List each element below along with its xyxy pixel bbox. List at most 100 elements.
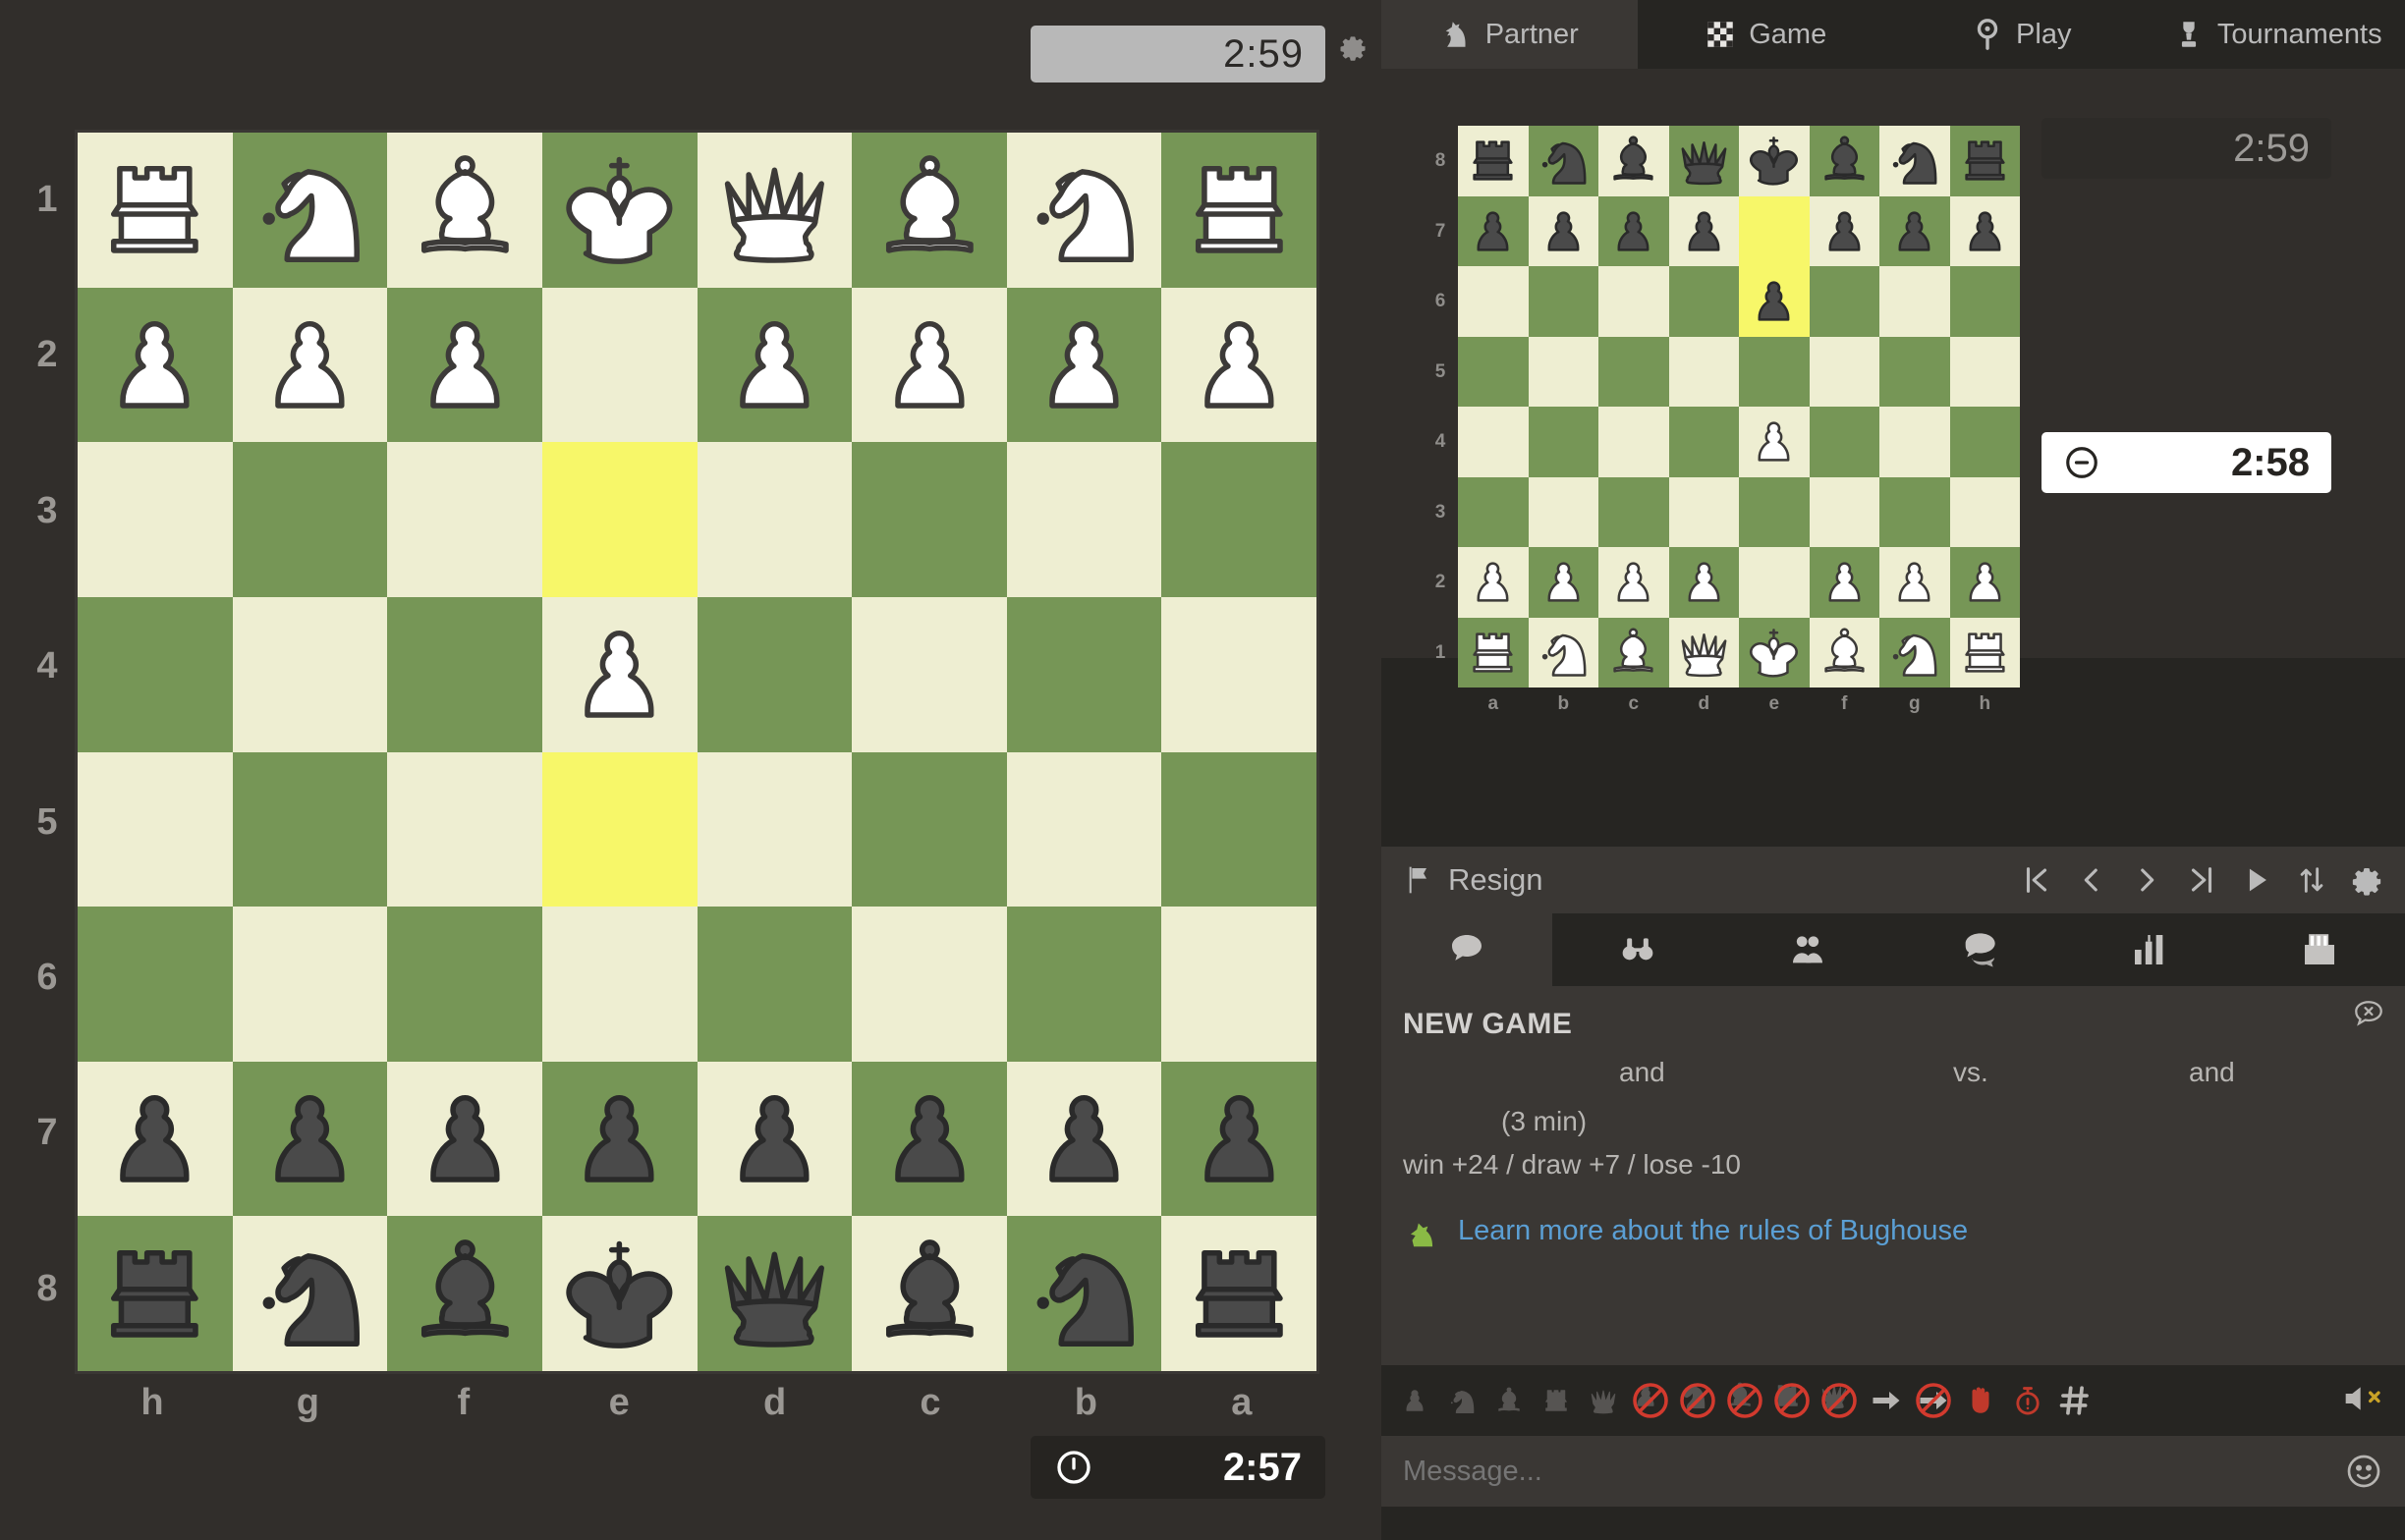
chess-piece[interactable] bbox=[1814, 200, 1875, 262]
mini-chessboard[interactable] bbox=[1458, 126, 2020, 688]
players-tab[interactable] bbox=[1722, 913, 1893, 986]
stats-tab[interactable] bbox=[2064, 913, 2235, 986]
board-square[interactable] bbox=[1458, 266, 1529, 337]
chess-piece[interactable] bbox=[397, 141, 533, 278]
board-square[interactable] bbox=[852, 596, 1007, 752]
tab-tournaments[interactable]: Tournaments bbox=[2149, 0, 2405, 69]
board-square[interactable] bbox=[232, 1216, 388, 1371]
board-square[interactable] bbox=[232, 442, 388, 597]
board-square[interactable] bbox=[1598, 476, 1669, 547]
board-square[interactable] bbox=[78, 287, 233, 443]
message-input[interactable] bbox=[1403, 1455, 2344, 1488]
chess-piece[interactable] bbox=[1462, 200, 1524, 262]
board-square[interactable] bbox=[1528, 336, 1598, 407]
board-square[interactable] bbox=[1006, 1061, 1162, 1217]
board-square[interactable] bbox=[387, 907, 542, 1062]
chess-piece[interactable] bbox=[1016, 1226, 1152, 1362]
board-square[interactable] bbox=[78, 1216, 233, 1371]
board-square[interactable] bbox=[78, 133, 233, 288]
board-square[interactable] bbox=[1739, 336, 1810, 407]
chess-piece[interactable] bbox=[862, 1071, 998, 1207]
board-square[interactable] bbox=[1161, 287, 1316, 443]
next-move-button[interactable] bbox=[2130, 861, 2163, 899]
board-square[interactable] bbox=[1598, 407, 1669, 477]
chess-piece[interactable] bbox=[1954, 551, 2016, 613]
no-knight-emoji[interactable] bbox=[1676, 1379, 1719, 1422]
board-square[interactable] bbox=[387, 596, 542, 752]
board-square[interactable] bbox=[1668, 126, 1739, 196]
board-square[interactable] bbox=[232, 287, 388, 443]
board-square[interactable] bbox=[387, 1061, 542, 1217]
board-square[interactable] bbox=[1528, 476, 1598, 547]
chess-piece[interactable] bbox=[1814, 130, 1875, 192]
chess-piece[interactable] bbox=[86, 1071, 223, 1207]
board-square[interactable] bbox=[232, 751, 388, 908]
watchers-tab[interactable] bbox=[1552, 913, 1723, 986]
board-square[interactable] bbox=[541, 442, 698, 597]
chess-piece[interactable] bbox=[242, 297, 378, 433]
board-square[interactable] bbox=[1528, 407, 1598, 477]
board-square[interactable] bbox=[1879, 407, 1950, 477]
autoplay-button[interactable] bbox=[2240, 861, 2273, 899]
chess-piece[interactable] bbox=[1743, 411, 1805, 472]
knight-emoji[interactable] bbox=[1440, 1379, 1483, 1422]
board-square[interactable] bbox=[1161, 751, 1316, 908]
board-square[interactable] bbox=[1668, 407, 1739, 477]
board-square[interactable] bbox=[1006, 1216, 1162, 1371]
arrow-emoji[interactable] bbox=[1865, 1379, 1908, 1422]
chat-tab[interactable] bbox=[1381, 913, 1552, 986]
board-square[interactable] bbox=[1949, 195, 2020, 266]
board-square[interactable] bbox=[1161, 133, 1316, 288]
board-square[interactable] bbox=[78, 596, 233, 752]
chess-piece[interactable] bbox=[706, 1071, 843, 1207]
bughouse-rules-link[interactable]: Learn more about the rules of Bughouse bbox=[1458, 1215, 1968, 1247]
opponent-clock[interactable]: 2:59 bbox=[1031, 26, 1325, 82]
board-square[interactable] bbox=[78, 1061, 233, 1217]
board-square[interactable] bbox=[1809, 407, 1879, 477]
chess-piece[interactable] bbox=[1814, 622, 1875, 684]
pawn-emoji[interactable] bbox=[1393, 1379, 1436, 1422]
board-square[interactable] bbox=[852, 133, 1007, 288]
board-square[interactable] bbox=[1949, 407, 2020, 477]
board-square[interactable] bbox=[541, 1061, 698, 1217]
board-square[interactable] bbox=[1668, 266, 1739, 337]
board-square[interactable] bbox=[852, 1216, 1007, 1371]
chess-piece[interactable] bbox=[1016, 297, 1152, 433]
board-square[interactable] bbox=[541, 287, 698, 443]
previous-move-button[interactable] bbox=[2075, 861, 2108, 899]
chess-piece[interactable] bbox=[1814, 551, 1875, 613]
board-square[interactable] bbox=[1949, 476, 2020, 547]
first-move-button[interactable] bbox=[2020, 861, 2053, 899]
board-square[interactable] bbox=[1006, 133, 1162, 288]
board-square[interactable] bbox=[1458, 547, 1529, 618]
board-square[interactable] bbox=[697, 442, 853, 597]
board-square[interactable] bbox=[1458, 407, 1529, 477]
board-square[interactable] bbox=[232, 1061, 388, 1217]
partner-opponent-clock[interactable]: 2:59 bbox=[2041, 118, 2331, 179]
chess-piece[interactable] bbox=[706, 297, 843, 433]
chess-piece[interactable] bbox=[86, 141, 223, 278]
chess-piece[interactable] bbox=[706, 141, 843, 278]
board-square[interactable] bbox=[541, 751, 698, 908]
board-square[interactable] bbox=[1006, 287, 1162, 443]
board-square[interactable] bbox=[1006, 751, 1162, 908]
chess-piece[interactable] bbox=[1673, 551, 1735, 613]
board-square[interactable] bbox=[1598, 617, 1669, 688]
board-square[interactable] bbox=[1528, 617, 1598, 688]
board-square[interactable] bbox=[1528, 547, 1598, 618]
chess-piece[interactable] bbox=[1743, 622, 1805, 684]
chess-piece[interactable] bbox=[1462, 130, 1524, 192]
board-square[interactable] bbox=[1161, 442, 1316, 597]
board-square[interactable] bbox=[1598, 336, 1669, 407]
no-bishop-emoji[interactable] bbox=[1723, 1379, 1766, 1422]
board-square[interactable] bbox=[1809, 126, 1879, 196]
board-square[interactable] bbox=[1809, 336, 1879, 407]
smiley-icon[interactable] bbox=[2344, 1452, 2383, 1491]
board-square[interactable] bbox=[1739, 476, 1810, 547]
no-arrow-emoji[interactable] bbox=[1912, 1379, 1955, 1422]
board-square[interactable] bbox=[1739, 195, 1810, 266]
board-square[interactable] bbox=[1006, 442, 1162, 597]
board-square[interactable] bbox=[852, 907, 1007, 1062]
board-square[interactable] bbox=[697, 1061, 853, 1217]
chess-piece[interactable] bbox=[551, 141, 688, 278]
